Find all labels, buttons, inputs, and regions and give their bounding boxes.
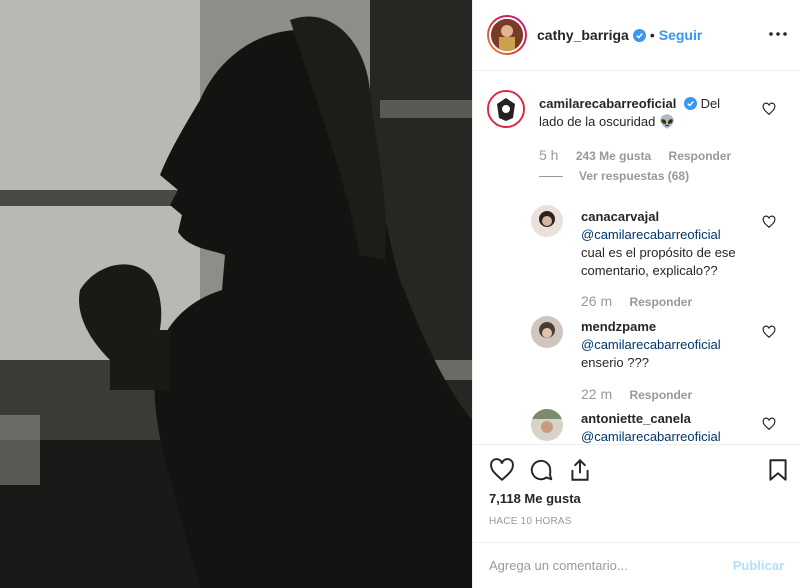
author-avatar[interactable] [487,15,527,55]
comment-username[interactable]: mendzpame [581,319,656,334]
verified-badge-icon [683,97,697,110]
comment-bubble-icon[interactable] [528,457,554,483]
commenter-avatar[interactable] [531,409,563,441]
post-photo[interactable] [0,0,472,588]
reply-button[interactable]: Responder [669,149,732,163]
comment-text-cont: lado de la oscuridad 👽 [539,114,676,129]
verified-badge-icon [632,28,646,42]
comment-mention[interactable]: @camilarecabarreoficial [581,429,721,444]
silhouette-image [0,0,472,588]
comments-list[interactable]: camilarecabarreoficial Del lado de la os… [473,72,800,444]
separator-dot: • [649,27,655,43]
comment-time: 22 m [581,386,613,402]
reply-button[interactable]: Responder [629,388,692,402]
like-comment-heart-icon[interactable] [762,417,776,431]
comment-username[interactable]: camilarecabarreoficial [539,96,676,111]
comment-text: cual es el propósito de ese [581,245,736,260]
like-comment-heart-icon[interactable] [762,325,776,339]
comment-time: 5 h [539,147,559,163]
view-replies[interactable]: Ver respuestas (68) [539,169,689,183]
post-panel: cathy_barriga • Seguir camilarecabarreof… [472,0,800,588]
more-options-icon[interactable] [768,24,788,44]
reply-button[interactable]: Responder [629,295,692,309]
comment-likes[interactable]: 243 Me gusta [576,149,651,163]
author-username[interactable]: cathy_barriga [537,27,629,43]
comment-mention[interactable]: @camilarecabarreoficial [581,337,721,352]
comment-text-cont: comentario, explicalo?? [581,263,718,278]
post-timestamp: HACE 10 HORAS [489,516,572,527]
add-comment-bar: Publicar [473,542,800,588]
share-icon[interactable] [567,457,593,483]
save-bookmark-icon[interactable] [765,457,791,483]
view-replies-label[interactable]: Ver respuestas (68) [579,169,689,183]
like-comment-heart-icon[interactable] [762,215,776,229]
comment-input[interactable] [489,558,733,573]
likes-count[interactable]: 7,118 Me gusta [489,491,581,506]
comment-text: enserio ??? [581,355,649,370]
like-comment-heart-icon[interactable] [762,102,776,116]
comment-username[interactable]: canacarvajal [581,209,659,224]
commenter-avatar[interactable] [531,316,563,348]
comment-mention[interactable]: @camilarecabarreoficial [581,227,721,242]
comment-username[interactable]: antoniette_canela [581,411,691,426]
post-actions: 7,118 Me gusta HACE 10 HORAS [473,444,800,527]
comment-text: Del [700,96,721,111]
commenter-avatar[interactable] [487,90,525,128]
publish-button[interactable]: Publicar [733,558,784,573]
follow-button[interactable]: Seguir [659,27,703,43]
post-header: cathy_barriga • Seguir [473,0,800,71]
commenter-avatar[interactable] [531,205,563,237]
comment-time: 26 m [581,293,613,309]
like-heart-icon[interactable] [489,457,515,483]
